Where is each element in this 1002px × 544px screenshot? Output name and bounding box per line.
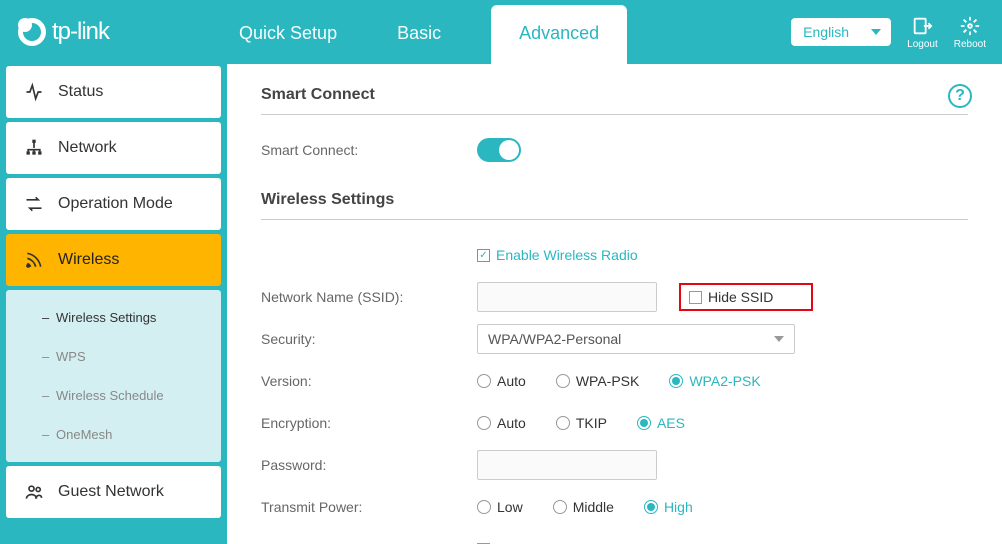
reboot-label: Reboot (954, 39, 986, 50)
sidebar-label: Wireless (58, 251, 119, 269)
checkbox-icon (477, 249, 490, 262)
tx-middle-radio[interactable]: Middle (553, 499, 614, 515)
smart-connect-label: Smart Connect: (261, 142, 477, 158)
language-select[interactable]: English (791, 18, 891, 46)
version-auto-radio[interactable]: Auto (477, 373, 526, 389)
language-select-wrap[interactable]: English (791, 18, 891, 46)
sidebar-label: Network (58, 139, 117, 157)
tx-low-radio[interactable]: Low (477, 499, 523, 515)
sidebar-item-operation-mode[interactable]: Operation Mode (6, 178, 221, 230)
subitem-wireless-schedule[interactable]: Wireless Schedule (6, 376, 221, 415)
security-select[interactable]: WPA/WPA2-Personal (477, 324, 795, 354)
tab-advanced[interactable]: Advanced (491, 5, 627, 64)
version-wpa2psk-radio[interactable]: WPA2-PSK (669, 373, 760, 389)
subitem-wps[interactable]: WPS (6, 337, 221, 376)
sidebar-label: Guest Network (58, 483, 164, 501)
section-title: Smart Connect (261, 86, 968, 115)
main-tabs: Quick Setup Basic Advanced (229, 0, 627, 64)
subitem-onemesh[interactable]: OneMesh (6, 415, 221, 454)
encryption-aes-radio[interactable]: AES (637, 415, 685, 431)
network-icon (24, 138, 44, 158)
status-icon (24, 82, 44, 102)
guest-icon (24, 482, 44, 502)
password-input[interactable] (477, 450, 657, 480)
sidebar-item-status[interactable]: Status (6, 66, 221, 118)
content-panel: ? Smart Connect Smart Connect: Wireless … (227, 64, 1002, 544)
version-label: Version: (261, 373, 477, 389)
logout-label: Logout (907, 39, 938, 50)
tx-power-label: Transmit Power: (261, 499, 477, 515)
section-wireless-settings: Wireless Settings Enable Wireless Radio … (261, 191, 968, 544)
checkbox-icon (689, 291, 702, 304)
operation-icon (24, 194, 44, 214)
section-title: Wireless Settings (261, 191, 968, 220)
hide-ssid-label: Hide SSID (708, 289, 773, 305)
sidebar-submenu: Wireless Settings WPS Wireless Schedule … (6, 290, 221, 462)
reboot-button[interactable]: Reboot (954, 15, 986, 50)
sidebar-item-wireless[interactable]: Wireless (6, 234, 221, 286)
tx-high-radio[interactable]: High (644, 499, 693, 515)
enable-radio-checkbox[interactable]: Enable Wireless Radio (477, 247, 638, 263)
tab-basic[interactable]: Basic (387, 5, 451, 64)
logout-icon (911, 15, 933, 37)
sidebar-label: Status (58, 83, 103, 101)
logout-button[interactable]: Logout (907, 15, 938, 50)
section-smart-connect: Smart Connect Smart Connect: (261, 86, 968, 167)
tab-quick-setup[interactable]: Quick Setup (229, 5, 347, 64)
body-area: Status Network Operation Mode Wireless W… (0, 64, 1002, 544)
encryption-label: Encryption: (261, 415, 477, 431)
sidebar-item-network[interactable]: Network (6, 122, 221, 174)
help-icon[interactable]: ? (948, 84, 972, 108)
hide-ssid-checkbox[interactable]: Hide SSID (689, 289, 773, 305)
logo-icon (18, 18, 46, 46)
top-bar: tp-link Quick Setup Basic Advanced Engli… (0, 0, 1002, 64)
brand-logo: tp-link (18, 18, 109, 46)
password-label: Password: (261, 457, 477, 473)
sidebar: Status Network Operation Mode Wireless W… (0, 64, 227, 544)
brand-text: tp-link (52, 18, 109, 46)
ssid-label: Network Name (SSID): (261, 289, 477, 305)
smart-connect-toggle[interactable] (477, 138, 521, 162)
hide-ssid-highlight: Hide SSID (679, 283, 813, 311)
encryption-tkip-radio[interactable]: TKIP (556, 415, 607, 431)
sidebar-item-guest-network[interactable]: Guest Network (6, 466, 221, 518)
ssid-input[interactable] (477, 282, 657, 312)
version-wpapsk-radio[interactable]: WPA-PSK (556, 373, 640, 389)
subitem-wireless-settings[interactable]: Wireless Settings (6, 298, 221, 337)
sidebar-label: Operation Mode (58, 195, 173, 213)
reboot-icon (959, 15, 981, 37)
top-right-controls: English Logout Reboot (791, 15, 986, 50)
wireless-icon (24, 250, 44, 270)
security-label: Security: (261, 331, 477, 347)
enable-radio-label: Enable Wireless Radio (496, 247, 638, 263)
encryption-auto-radio[interactable]: Auto (477, 415, 526, 431)
